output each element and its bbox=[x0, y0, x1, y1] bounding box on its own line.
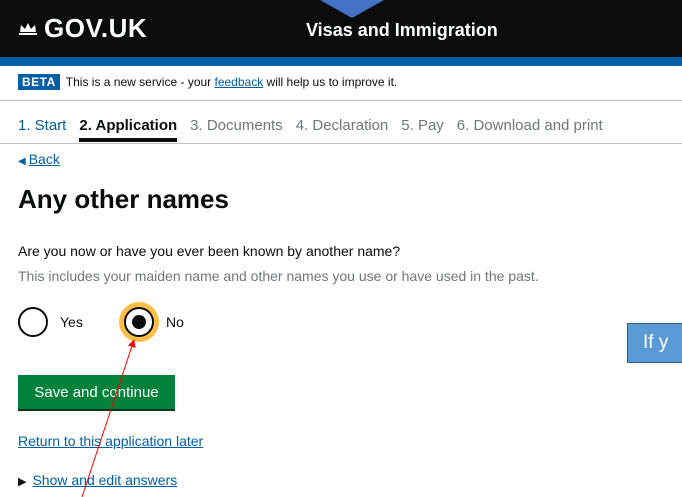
beta-text-after: will help us to improve it. bbox=[263, 75, 398, 89]
hint-text: This includes your maiden name and other… bbox=[18, 268, 539, 284]
back-triangle-icon: ◀ bbox=[18, 156, 26, 167]
step-start[interactable]: 1. Start bbox=[18, 117, 66, 134]
radio-yes[interactable] bbox=[18, 307, 48, 337]
back-link[interactable]: ◀ Back bbox=[18, 151, 60, 167]
step-documents: 3. Documents bbox=[190, 117, 283, 134]
beta-banner: BETA This is a new service - your feedbac… bbox=[18, 74, 397, 90]
radio-yes-label[interactable]: Yes bbox=[60, 314, 83, 330]
step-application: 2. Application bbox=[79, 117, 178, 142]
beta-text-before: This is a new service - your bbox=[65, 75, 215, 89]
back-link-label: Back bbox=[28, 151, 60, 167]
radio-selected-dot bbox=[132, 315, 146, 329]
step-declaration: 4. Declaration bbox=[295, 117, 389, 134]
divider bbox=[0, 100, 682, 101]
show-edit-answers-toggle[interactable]: ▶ Show and edit answers bbox=[18, 472, 177, 488]
govuk-logo[interactable]: GOV.UK bbox=[44, 13, 147, 44]
crown-icon bbox=[19, 23, 37, 35]
header-blue-bar bbox=[0, 57, 682, 66]
service-name[interactable]: Visas and Immigration bbox=[306, 20, 498, 41]
page-title: Any other names bbox=[18, 184, 229, 214]
return-later-link[interactable]: Return to this application later bbox=[18, 433, 203, 449]
step-download-print: 6. Download and print bbox=[456, 117, 603, 134]
annotation-callout: If y bbox=[627, 323, 682, 363]
save-and-continue-button[interactable]: Save and continue bbox=[18, 375, 175, 409]
divider bbox=[0, 143, 682, 144]
progress-steps: 1. Start 2. Application 3. Documents 4. Dec… bbox=[18, 117, 616, 142]
radio-no[interactable] bbox=[124, 307, 154, 337]
step-pay: 5. Pay bbox=[401, 117, 444, 134]
feedback-link[interactable]: feedback bbox=[215, 75, 264, 89]
expand-triangle-icon: ▶ bbox=[18, 476, 27, 488]
annotation-callout-arrow bbox=[320, 0, 384, 18]
beta-tag: BETA bbox=[18, 74, 60, 90]
radio-no-label[interactable]: No bbox=[166, 314, 184, 330]
question-text: Are you now or have you ever been known … bbox=[18, 243, 401, 259]
show-edit-answers-label: Show and edit answers bbox=[32, 472, 178, 488]
